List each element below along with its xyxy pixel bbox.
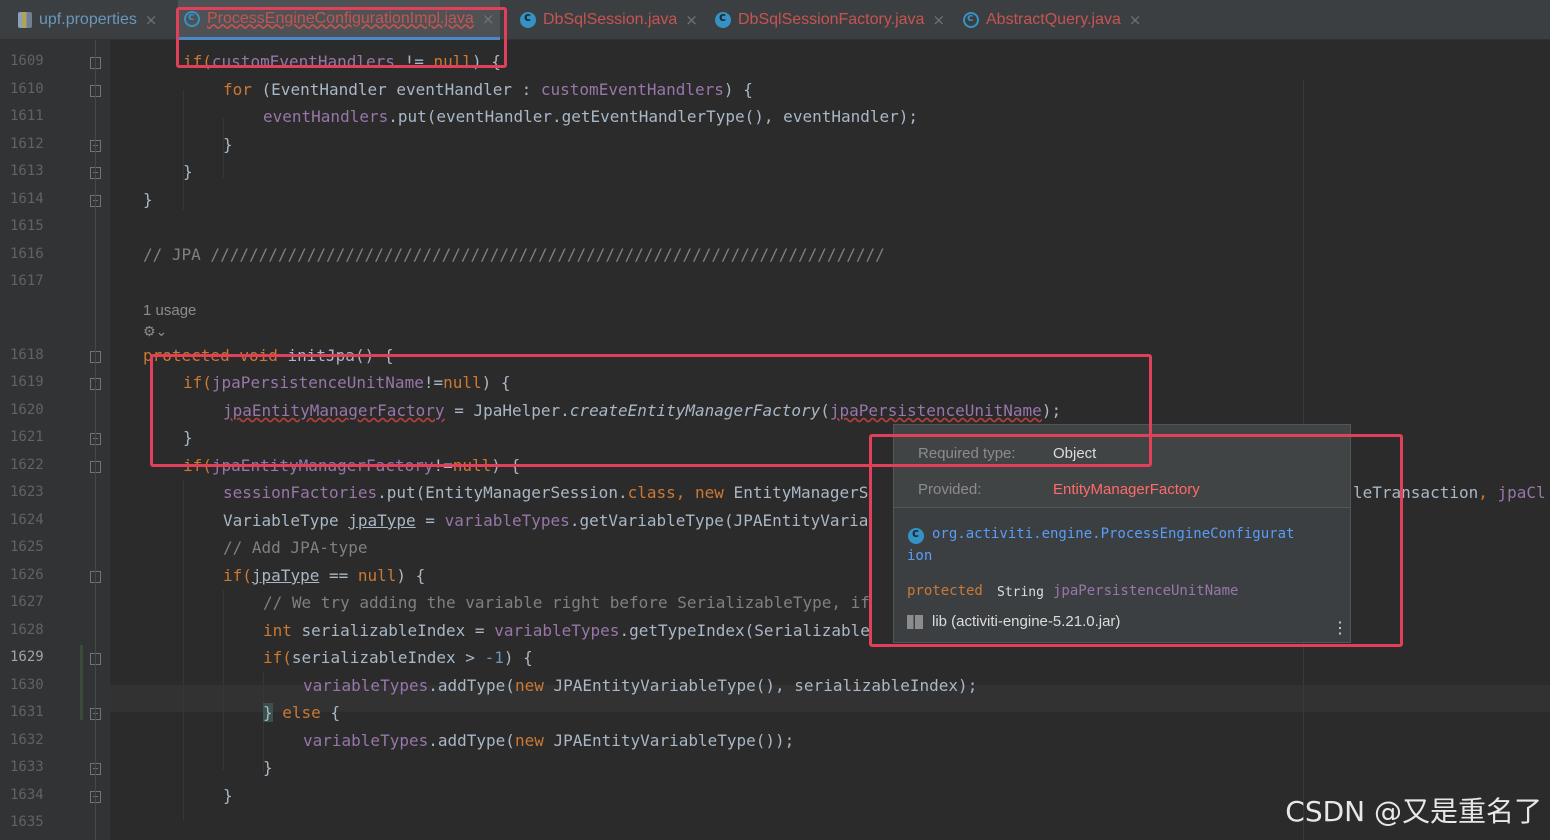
token: variableTypes: [444, 511, 570, 530]
token: VariableType: [223, 511, 349, 530]
token: new: [514, 676, 544, 695]
code-line-1610: for (EventHandler eventHandler : customE…: [223, 80, 753, 99]
code-line-1614: }: [143, 190, 153, 209]
code-line-1626: if(jpaType == null) {: [223, 566, 425, 585]
token: EntityManagerS: [723, 483, 869, 502]
token: ,: [1478, 483, 1498, 502]
code-line-1634: }: [223, 786, 233, 805]
tab-db-sql-session[interactable]: DbSqlSession.java ×: [520, 0, 698, 40]
code-line-1625: // Add JPA-type: [223, 538, 368, 557]
token: serializableIndex =: [291, 621, 495, 640]
token: variableTypes: [303, 676, 429, 695]
token: jpaCl: [1497, 483, 1546, 502]
properties-file-icon: [18, 12, 32, 28]
token: ) {: [503, 648, 533, 667]
token: .put(EntityManagerSession.: [377, 483, 628, 502]
token: JPAEntityVariableType(), serializableInd…: [543, 676, 978, 695]
class-icon: [520, 10, 536, 28]
token: jpaType: [348, 511, 416, 530]
token: .addType(: [428, 676, 515, 695]
annotation-highlight-popup: [869, 434, 1403, 647]
code-line-1632: variableTypes.addType(new JPAEntityVaria…: [303, 731, 794, 750]
code-line-1612: }: [223, 135, 233, 154]
token: new: [514, 731, 544, 750]
indent-guide: [263, 672, 264, 772]
token: new: [695, 483, 724, 502]
token: .getTypeIndex(Serializable: [619, 621, 870, 640]
token: ) {: [723, 80, 753, 99]
tab-label: upf.properties: [39, 11, 137, 28]
token: null: [357, 566, 397, 585]
token: for: [223, 80, 252, 99]
token: if(: [223, 566, 252, 585]
token: .getVariableType(JPAEntityVaria: [569, 511, 869, 530]
token: {: [320, 703, 341, 722]
token: ,: [675, 483, 696, 502]
code-line-1623: sessionFactories.put(EntityManagerSessio…: [223, 483, 868, 502]
token: (EventHandler eventHandler :: [251, 80, 541, 99]
usage-hint[interactable]: 1 usage: [143, 302, 196, 319]
abstract-class-icon: [963, 11, 979, 28]
token: eventHandlers: [263, 107, 389, 126]
code-line-1630: variableTypes.addType(new JPAEntityVaria…: [303, 676, 977, 695]
annotation-highlight-tab: [176, 7, 507, 68]
close-icon[interactable]: ×: [932, 11, 945, 29]
close-icon[interactable]: ×: [145, 11, 158, 29]
close-icon[interactable]: ×: [1129, 11, 1142, 29]
token: variableTypes: [303, 731, 429, 750]
token: ) {: [396, 566, 426, 585]
code-line-1616: // JPA /////////////////////////////////…: [143, 245, 885, 264]
token: -1: [484, 648, 504, 667]
indent-guide: [183, 480, 184, 820]
close-icon[interactable]: ×: [685, 11, 698, 29]
code-line-1628: int serializableIndex = variableTypes.ge…: [263, 621, 870, 640]
tab-label: DbSqlSession.java: [543, 11, 678, 28]
code-line-1629: if(serializableIndex > -1) {: [263, 648, 533, 667]
token: }: [263, 703, 273, 722]
code-line-1633: }: [263, 758, 273, 777]
token: JPAEntityVariableType());: [543, 731, 795, 750]
token: int: [263, 621, 292, 640]
token: variableTypes: [494, 621, 620, 640]
settings-icon[interactable]: ⚙⌄: [143, 324, 167, 340]
token: jpaType: [251, 566, 320, 585]
token: =: [415, 511, 445, 530]
token: .put(eventHandler.getEventHandlerType(),…: [388, 107, 919, 126]
token: class: [627, 483, 676, 502]
class-icon: [715, 10, 731, 28]
code-line-1627: // We try adding the variable right befo…: [263, 593, 870, 612]
token: else: [272, 703, 321, 722]
token: ==: [319, 566, 358, 585]
tab-label: DbSqlSessionFactory.java: [738, 11, 925, 28]
code-line-1631: } else {: [263, 703, 340, 722]
tab-label: AbstractQuery.java: [986, 11, 1121, 28]
token: customEventHandlers: [540, 80, 724, 99]
indent-guide: [183, 90, 184, 210]
code-line-1613: }: [183, 162, 193, 181]
watermark: CSDN @又是重名了: [1285, 795, 1542, 828]
code-line-1611: eventHandlers.put(eventHandler.getEventH…: [263, 107, 918, 126]
code-line-1624: VariableType jpaType = variableTypes.get…: [223, 511, 868, 530]
token: serializableIndex >: [291, 648, 485, 667]
indent-guide: [223, 590, 224, 770]
tab-db-sql-session-factory[interactable]: DbSqlSessionFactory.java ×: [715, 0, 945, 40]
token: if(: [263, 648, 292, 667]
token: .addType(: [428, 731, 515, 750]
tab-upf-properties[interactable]: upf.properties ×: [18, 0, 157, 40]
tab-abstract-query[interactable]: AbstractQuery.java ×: [963, 0, 1141, 40]
token: sessionFactories: [223, 483, 378, 502]
